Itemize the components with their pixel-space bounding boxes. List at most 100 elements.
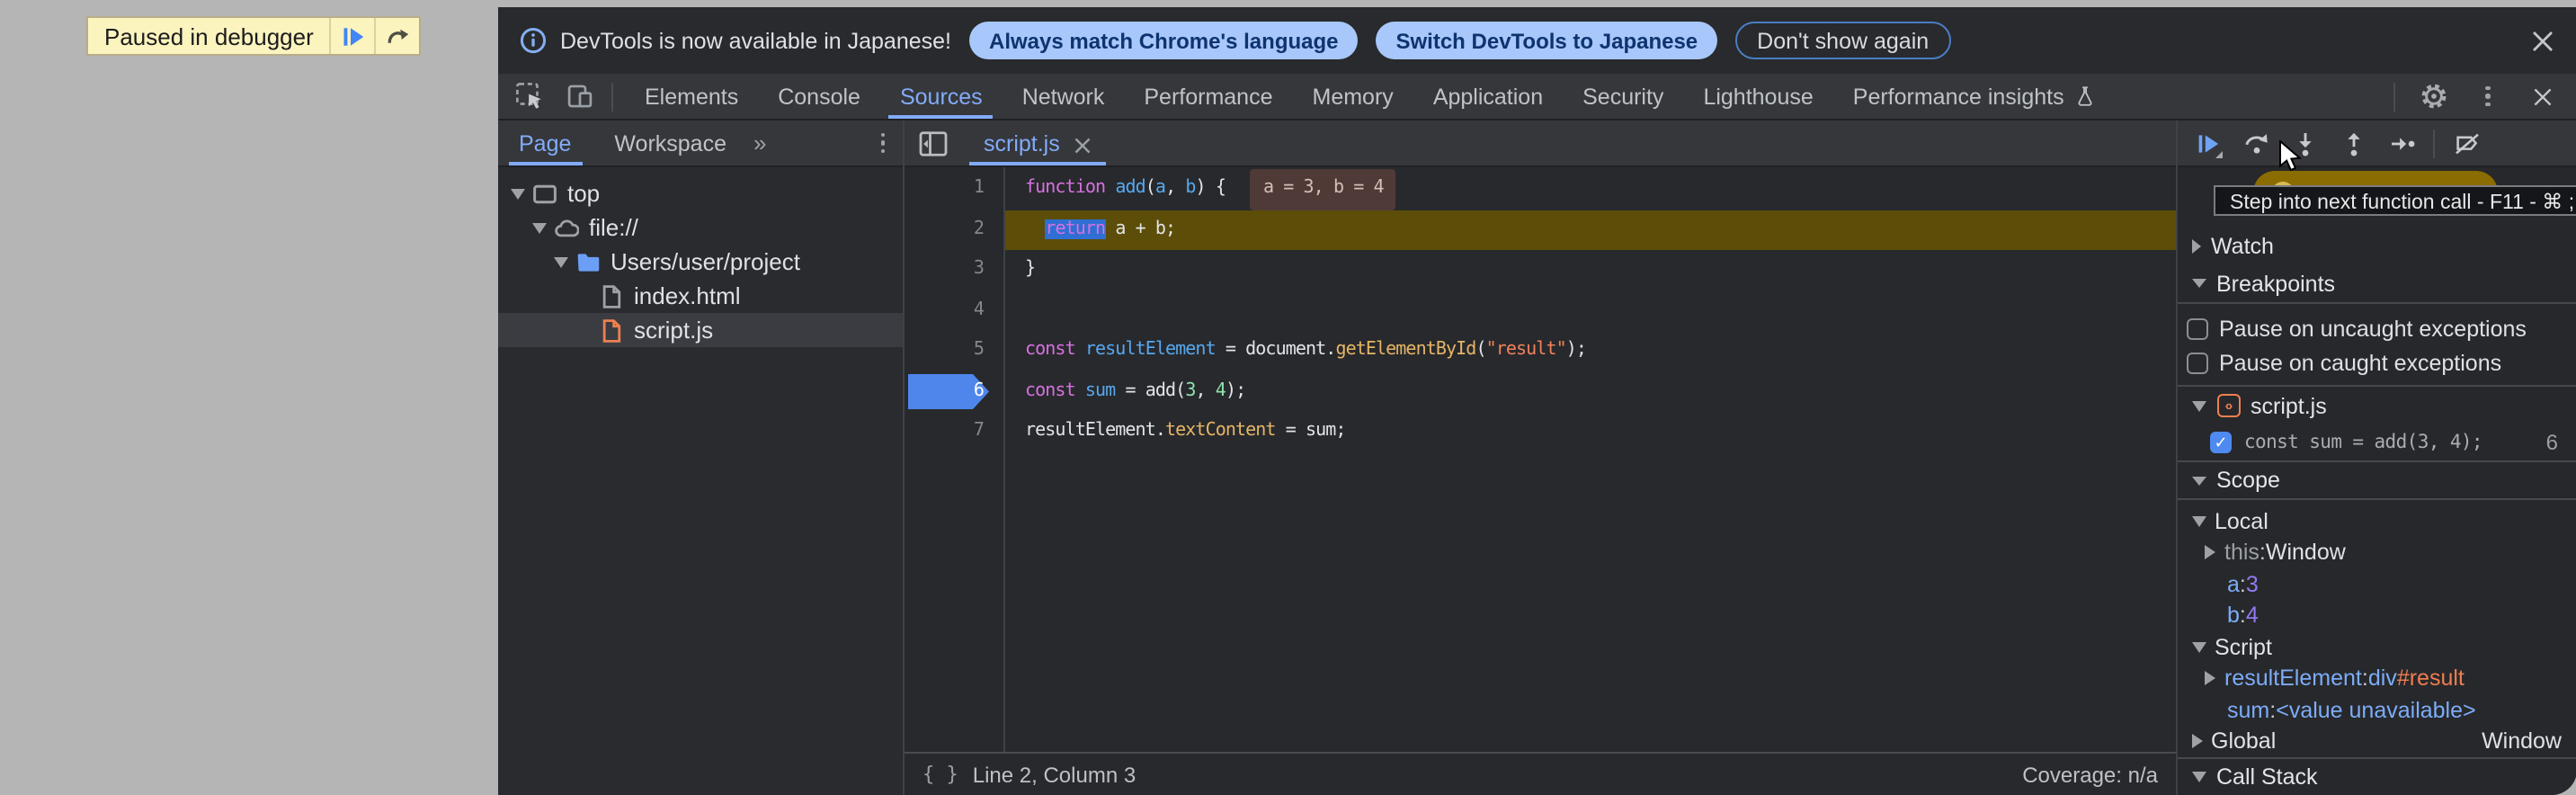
scope-var-this[interactable]: this: Window	[2178, 537, 2576, 568]
code-token: );	[1566, 340, 1586, 360]
line-number[interactable]: 5	[905, 331, 1003, 371]
expand-caret[interactable]	[553, 256, 567, 267]
inspect-element-button[interactable]	[512, 78, 548, 114]
step-out-icon	[2339, 129, 2367, 157]
line-number[interactable]: 1	[905, 169, 1003, 210]
step-over-button[interactable]	[2232, 120, 2280, 166]
close-icon	[2531, 85, 2553, 107]
code-editor[interactable]: 1function add(a, b) {a = 3, b = 42 retur…	[905, 167, 2176, 752]
breakpoint-group-script-js[interactable]: ‹›script.js	[2178, 387, 2576, 424]
settings-button[interactable]	[2416, 78, 2452, 114]
tab-network[interactable]: Network	[1003, 74, 1125, 119]
toggle-navigator-button[interactable]	[919, 130, 948, 156]
resume-script-button[interactable]	[330, 18, 375, 54]
file-tree: topfile://Users/user/projectindex.htmlsc…	[497, 167, 903, 795]
line-number[interactable]: 2	[905, 210, 1003, 250]
line-number[interactable]: 3	[905, 250, 1003, 290]
navigator-toggle-icon	[919, 130, 948, 156]
scope-var-name: sum	[2227, 698, 2269, 723]
settings-icon	[2419, 81, 2449, 112]
code-token: textContent	[1165, 421, 1276, 441]
info-icon	[519, 27, 546, 54]
section-breakpoints-label: Breakpoints	[2216, 271, 2335, 296]
toggle-device-toolbar-button[interactable]	[562, 78, 598, 114]
section-breakpoints[interactable]: Breakpoints	[2178, 264, 2576, 302]
checkbox[interactable]	[2187, 317, 2208, 339]
tab-elements[interactable]: Elements	[625, 74, 758, 119]
line-number[interactable]: 4	[905, 290, 1003, 331]
tree-item-top[interactable]: top	[497, 176, 903, 210]
tree-item-index-html[interactable]: index.html	[497, 279, 903, 313]
cloud-icon	[553, 215, 578, 240]
tab-sources[interactable]: Sources	[880, 74, 1003, 119]
editor-tab-script-js[interactable]: script.js	[966, 121, 1110, 165]
step-over-icon	[2242, 129, 2270, 157]
always-match-chrome-s-language-button[interactable]: Always match Chrome's language	[969, 22, 1359, 59]
deactivate-breakpoints-button[interactable]	[2442, 120, 2491, 166]
expand-caret[interactable]	[531, 222, 546, 233]
section-call-stack[interactable]: Call Stack	[2178, 757, 2576, 795]
scope-var-resultelement[interactable]: resultElement: div#result	[2178, 663, 2576, 694]
code-token: const	[1025, 380, 1075, 400]
scope-group-local[interactable]: Local	[2178, 505, 2576, 537]
flask-icon	[2073, 85, 2097, 108]
code-token: );	[1226, 380, 1245, 400]
pretty-print-button[interactable]: { }	[923, 763, 958, 786]
file-html-icon	[598, 283, 623, 308]
navigator-tab-page[interactable]: Page	[497, 121, 593, 165]
code-line-text: const sum = add(3, 4);	[1003, 371, 2176, 412]
step-over-button[interactable]	[375, 18, 420, 54]
chevron-right-icon	[2205, 546, 2215, 560]
code-token: function	[1025, 178, 1105, 198]
tab-application[interactable]: Application	[1413, 74, 1563, 119]
navigator-menu-button[interactable]	[880, 133, 885, 154]
colon: :	[2362, 666, 2368, 692]
don-t-show-again-button[interactable]: Don't show again	[1735, 22, 1950, 59]
scope-group-global[interactable]: GlobalWindow	[2178, 726, 2576, 757]
scope-group-script[interactable]: Script	[2178, 631, 2576, 663]
breakpoint-entry[interactable]: ✓const sum = add(3, 4);6	[2178, 424, 2576, 460]
close-tab-button[interactable]	[1074, 134, 1092, 152]
scope-group-label: Local	[2215, 509, 2268, 534]
code-line-5: 5const resultElement = document.getEleme…	[905, 331, 2176, 371]
code-token: (	[1475, 340, 1485, 360]
editor-status-bar: { } Line 2, Column 3 Coverage: n/a	[905, 752, 2176, 795]
step-button[interactable]	[2377, 120, 2426, 166]
devtools-close-button[interactable]	[2524, 78, 2560, 114]
breakpoint-checkbox[interactable]: ✓	[2210, 432, 2232, 453]
more-options-button[interactable]	[2470, 78, 2506, 114]
tree-item-users-user-project[interactable]: Users/user/project	[497, 245, 903, 279]
code-token: 3	[1185, 380, 1195, 400]
tab-lighthouse[interactable]: Lighthouse	[1683, 74, 1832, 119]
notification-message: DevTools is now available in Japanese!	[560, 28, 951, 53]
scope-group-label: Script	[2215, 635, 2272, 660]
code-line-2: 2 return a + b;	[905, 210, 2176, 250]
checkbox[interactable]	[2187, 352, 2208, 373]
resume-button[interactable]	[2183, 120, 2232, 166]
navigator-tab-workspace[interactable]: Workspace	[593, 121, 748, 165]
notification-close-button[interactable]	[2529, 28, 2554, 53]
section-scope[interactable]: Scope	[2178, 460, 2576, 500]
breakpoint-line: 6	[2546, 430, 2558, 455]
chevron-down-icon	[2191, 400, 2206, 411]
navigator-header: Page Workspace »	[497, 121, 903, 167]
breakpoint-line-number[interactable]: 6	[905, 371, 1003, 412]
section-watch[interactable]: Watch	[2178, 227, 2576, 264]
tab-label: Memory	[1313, 84, 1394, 109]
tab-performance[interactable]: Performance	[1124, 74, 1292, 119]
line-number[interactable]: 7	[905, 412, 1003, 452]
tab-memory[interactable]: Memory	[1293, 74, 1413, 119]
tree-item-file[interactable]: file://	[497, 210, 903, 245]
switch-devtools-to-japanese-button[interactable]: Switch DevTools to Japanese	[1377, 22, 1718, 59]
inspect-icon	[514, 81, 545, 112]
tab-performance-insights[interactable]: Performance insights	[1833, 74, 2117, 119]
tab-console[interactable]: Console	[758, 74, 880, 119]
more-tabs-button[interactable]: »	[753, 130, 762, 156]
mouse-cursor	[2278, 140, 2304, 173]
step-out-button[interactable]	[2329, 120, 2377, 166]
tab-security[interactable]: Security	[1563, 74, 1683, 119]
tree-item-script-js[interactable]: script.js	[497, 313, 903, 347]
code-token: resultElement	[1085, 340, 1216, 360]
expand-caret[interactable]	[510, 188, 524, 199]
resume-icon	[2193, 129, 2222, 157]
